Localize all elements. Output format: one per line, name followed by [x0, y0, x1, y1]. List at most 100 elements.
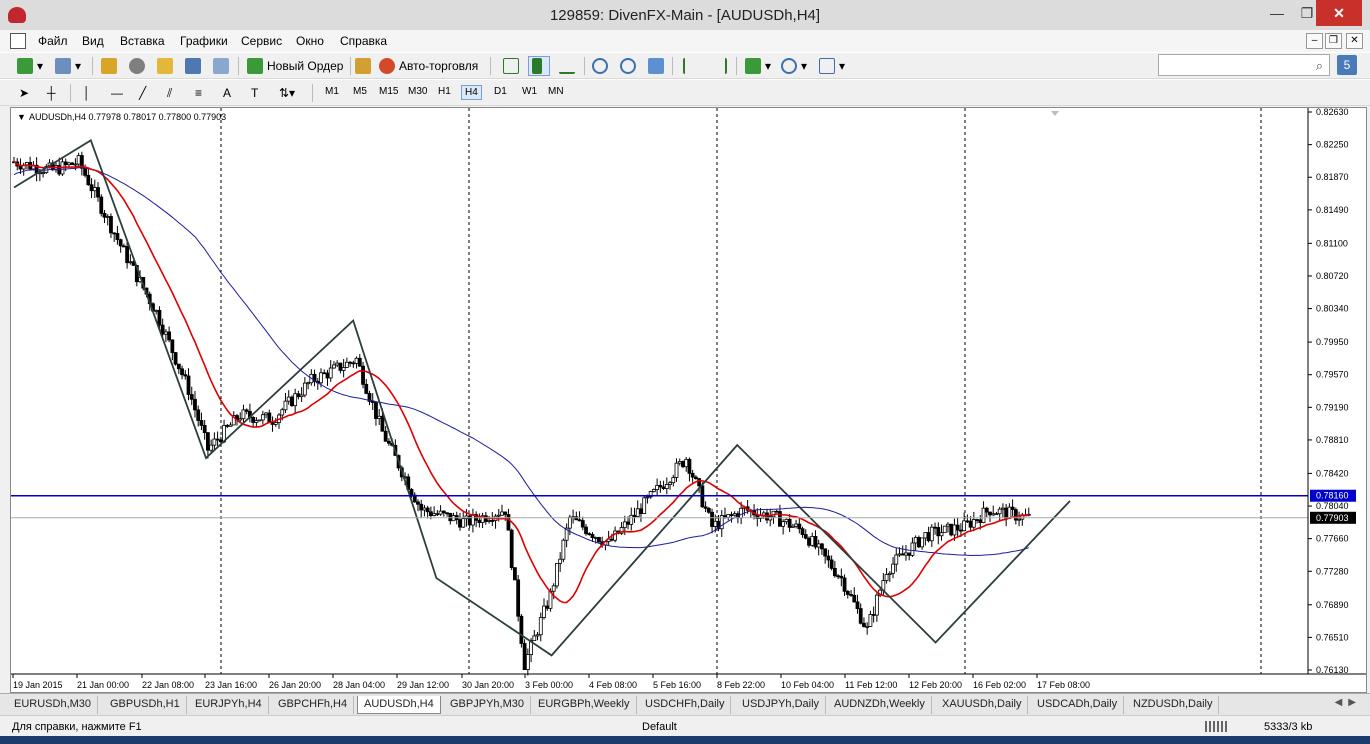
tf-m30[interactable]: M30: [405, 85, 430, 98]
mdi-minimize-button[interactable]: –: [1306, 33, 1323, 49]
tab-usdjpyh-daily[interactable]: USDJPYh,Daily: [736, 696, 827, 714]
data-window-button[interactable]: [126, 56, 152, 76]
templates-button[interactable]: ▾: [816, 56, 848, 76]
fibonacci-button[interactable]: ≡: [192, 83, 212, 103]
candlestick-button[interactable]: [528, 56, 550, 76]
crosshair-tool-button[interactable]: ┼: [44, 83, 64, 103]
candle-body: [929, 526, 934, 542]
title-bar: 129859: DivenFX-Main - [AUDUSDh,H4] — ❐ …: [0, 0, 1370, 30]
candle-body: [267, 412, 272, 424]
menu-charts[interactable]: Графики: [180, 34, 228, 48]
auto-trading-button[interactable]: Авто-торговля: [376, 56, 481, 76]
candle-body: [839, 575, 844, 579]
tf-d1[interactable]: D1: [491, 85, 510, 98]
tester-magnifier-icon: [213, 58, 229, 74]
expert-advisors-button[interactable]: [352, 56, 378, 76]
notifications-badge[interactable]: 5: [1337, 55, 1357, 75]
time-tick-label: 19 Jan 2015: [13, 680, 63, 690]
candle-body: [926, 532, 931, 542]
price-chart[interactable]: 0.82630 0.82250 0.81870 0.81490 0.81100 0.807…: [11, 107, 1366, 692]
periods-button[interactable]: ▾: [778, 56, 810, 76]
menu-window[interactable]: Окно: [296, 34, 324, 48]
time-tick-label: 26 Jan 20:00: [269, 680, 321, 690]
mdi-close-button[interactable]: ✕: [1346, 33, 1363, 49]
tab-eurjpyh-h4[interactable]: EURJPYh,H4: [189, 696, 269, 714]
chart-shift-marker[interactable]: [1051, 111, 1059, 116]
candle-body: [862, 622, 866, 627]
candle-body: [202, 424, 207, 434]
tf-m5[interactable]: M5: [350, 85, 370, 98]
strategy-tester-button[interactable]: [210, 56, 236, 76]
text-tool-button[interactable]: A: [220, 83, 240, 103]
arrows-button[interactable]: ⇅▾: [276, 83, 298, 103]
tf-m1[interactable]: M1: [322, 85, 342, 98]
candle-body: [383, 430, 388, 442]
tab-gbpchfh-h4[interactable]: GBPCHFh,H4: [272, 696, 355, 714]
tab-nzdusdh-daily[interactable]: NZDUSDh,Daily: [1127, 696, 1220, 714]
tab-audnzdh-weekly[interactable]: AUDNZDh,Weekly: [828, 696, 932, 714]
candle-body: [871, 614, 876, 616]
market-watch-button[interactable]: [98, 56, 124, 76]
tab-xauusdh-daily[interactable]: XAUUSDh,Daily: [936, 696, 1029, 714]
tab-usdchfh-daily[interactable]: USDCHFh,Daily: [639, 696, 732, 714]
bar-chart-button[interactable]: [500, 56, 526, 76]
tile-windows-button[interactable]: [645, 56, 671, 76]
minimize-button[interactable]: —: [1262, 0, 1292, 26]
candle-body: [299, 394, 304, 398]
auto-scroll-button[interactable]: [680, 56, 706, 76]
tf-mn[interactable]: MN: [545, 85, 567, 98]
zoom-in-button[interactable]: [589, 56, 615, 76]
candle-body: [73, 163, 78, 166]
indicators-button[interactable]: ▾: [742, 56, 774, 76]
trendline-button[interactable]: ╱: [136, 83, 156, 103]
tab-usdcadh-daily[interactable]: USDCADh,Daily: [1031, 696, 1125, 714]
menu-insert[interactable]: Вставка: [120, 34, 165, 48]
tab-eurusdh-m30[interactable]: EURUSDh,M30: [8, 696, 99, 714]
equidistant-channel-button[interactable]: ⫽: [164, 83, 184, 103]
candle-body: [887, 572, 892, 575]
chart-shift-button[interactable]: [708, 56, 734, 76]
candle-body: [260, 414, 265, 421]
candle-body: [635, 508, 640, 518]
tf-w1[interactable]: W1: [519, 85, 540, 98]
candle-body: [241, 409, 246, 420]
cursor-tool-button[interactable]: ➤: [16, 83, 36, 103]
chart-window[interactable]: 0.82630 0.82250 0.81870 0.81490 0.81100 0.807…: [10, 107, 1367, 693]
new-chart-button[interactable]: ▾: [14, 56, 46, 76]
search-icon[interactable]: ⌕: [1316, 58, 1323, 74]
candle-body: [344, 361, 349, 368]
menu-file[interactable]: Файл: [38, 34, 68, 48]
candle-body: [416, 501, 420, 505]
tab-scroll-arrows[interactable]: ◀▶: [1335, 697, 1362, 708]
tab-gbpusdh-h1[interactable]: GBPUSDh,H1: [104, 696, 187, 714]
tf-h1[interactable]: H1: [435, 85, 454, 98]
zoom-out-button[interactable]: [617, 56, 643, 76]
terminal-button[interactable]: [182, 56, 208, 76]
vertical-line-button[interactable]: │: [80, 83, 100, 103]
candle-body: [1017, 518, 1021, 521]
close-button[interactable]: ✕: [1316, 0, 1362, 26]
menu-tools[interactable]: Сервис: [241, 34, 282, 48]
text-label-button[interactable]: T: [248, 83, 268, 103]
line-chart-button[interactable]: [556, 56, 582, 76]
tab-audusdh-h4[interactable]: AUDUSDh,H4: [357, 696, 441, 714]
tab-eurgbph-weekly[interactable]: EURGBPh,Weekly: [532, 696, 637, 714]
tf-h4[interactable]: H4: [461, 85, 482, 100]
horizontal-line-button[interactable]: —: [108, 83, 128, 103]
candle-body: [193, 398, 197, 411]
menu-view[interactable]: Вид: [82, 34, 104, 48]
price-tick-label: 0.80720: [1316, 271, 1349, 281]
candle-body: [849, 594, 853, 596]
chart-menu-arrow[interactable]: ▼: [17, 112, 26, 122]
new-order-button[interactable]: Новый Ордер: [244, 56, 346, 76]
tab-gbpjpyh-m30[interactable]: GBPJPYh,M30: [444, 696, 531, 714]
mdi-restore-button[interactable]: ❐: [1325, 33, 1342, 49]
profiles-button[interactable]: ▾: [52, 56, 84, 76]
candle-body: [593, 537, 598, 539]
candle-body: [609, 538, 614, 541]
search-input[interactable]: ⌕: [1158, 54, 1330, 76]
navigator-button[interactable]: [154, 56, 180, 76]
menu-help[interactable]: Справка: [340, 34, 387, 48]
time-tick-label: 16 Feb 02:00: [973, 680, 1026, 690]
tf-m15[interactable]: M15: [376, 85, 401, 98]
